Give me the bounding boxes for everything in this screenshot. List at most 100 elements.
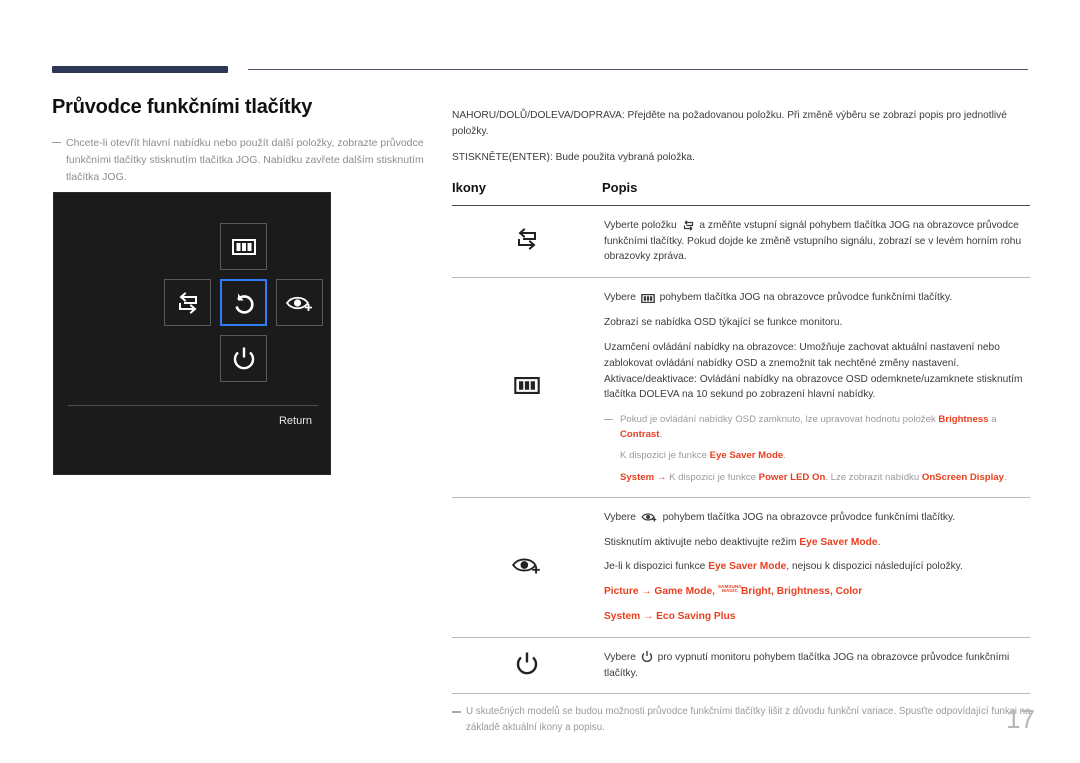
row-description: Vyberte položku a změňte vstupní signál … <box>602 205 1030 277</box>
icon-description-table: Ikony Popis Vyberte položku a změňte vst… <box>452 180 1030 695</box>
menu-icon <box>231 238 256 255</box>
row3-text-a: Vybere <box>604 511 636 523</box>
arrow-right-icon: → <box>656 471 667 483</box>
subnote3-key-onscreen-display: OnScreen Display <box>921 471 1004 483</box>
subnote2-b: . <box>783 450 786 462</box>
osd-key-cluster <box>54 203 332 388</box>
row-description: Vybere pohybem tlačítka JOG na obrazovce… <box>602 497 1030 637</box>
row2-text-b: pohybem tlačítka JOG na obrazovce průvod… <box>659 292 953 304</box>
row3-paragraph-1: Vybere pohybem tlačítka JOG na obrazovce… <box>604 510 1030 526</box>
osd-divider <box>68 405 318 406</box>
row3-paragraph-2: Stisknutím aktivujte nebo deaktivujte re… <box>604 535 1030 551</box>
row3-p3-a: Je-li k dispozici funkce <box>604 561 706 573</box>
path-key-game-mode: Game Mode <box>654 586 713 598</box>
menu-icon <box>640 294 655 304</box>
row3-key-eye-saver-mode-2: Eye Saver Mode <box>708 561 787 573</box>
row3-menu-path-1: Picture → Game Mode, SAMSUNG MAGIC Brigh… <box>604 584 1030 600</box>
table-row: Vybere pohybem tlačítka JOG na obrazovce… <box>452 497 1030 638</box>
row2-paragraph-1: Vybere pohybem tlačítka JOG na obrazovce… <box>604 290 1030 306</box>
magic-bottom: MAGIC <box>722 588 738 594</box>
osd-key-eye-saver[interactable] <box>276 279 323 326</box>
path-key-bright: Bright <box>741 586 772 598</box>
path-key-picture: Picture <box>604 586 639 598</box>
column-header-icons: Ikony <box>452 179 486 195</box>
row2-subnote-3: System → K dispozici je funkce Power LED… <box>604 470 1030 485</box>
subnote1-c: . <box>659 429 663 441</box>
power-icon <box>515 651 539 676</box>
row-icon-eye-saver <box>452 497 602 637</box>
subnote3-key-system: System <box>620 471 655 483</box>
osd-key-return[interactable] <box>220 279 267 326</box>
right-column: NAHORU/DOLŮ/DOLEVA/DOPRAVA: Přejděte na … <box>452 98 1031 736</box>
samsung-magic-logotype: SAMSUNG MAGIC <box>718 584 742 594</box>
row3-menu-path-2: System → Eco Saving Plus <box>604 609 1030 625</box>
subnote2-key-eye-saver-mode: Eye Saver Mode <box>709 450 784 462</box>
page-title: Průvodce funkčními tlačítky <box>52 96 313 118</box>
osd-return-label[interactable]: Return <box>279 415 312 427</box>
path-key-system: System <box>604 611 641 622</box>
table-header-row: Ikony Popis <box>452 180 1030 206</box>
subnote3-key-power-led-on: Power LED On <box>758 471 826 483</box>
power-icon <box>232 346 256 371</box>
arrow-right-icon: → <box>641 586 652 598</box>
path-sep-1: , <box>712 586 716 598</box>
document-page: Průvodce funkčními tlačítky Chcete-li ot… <box>0 0 1080 763</box>
osd-key-menu[interactable] <box>220 223 267 270</box>
return-arrow-icon <box>231 290 257 316</box>
row2-subnote-1: Pokud je ovládání nabídky OSD zamknuto, … <box>604 412 1030 442</box>
row-icon-source <box>452 205 602 277</box>
source-loop-icon <box>514 228 540 250</box>
subnote1-b: a <box>991 414 997 426</box>
path-sep-3: , <box>829 586 833 598</box>
row2-paragraph-2: Zobrazí se nabídka OSD týkající se funkc… <box>604 317 843 329</box>
intro-paragraph-2: STISKNĚTE(ENTER): Bude použita vybraná p… <box>452 152 695 163</box>
eye-saver-icon <box>511 554 543 576</box>
table-row: Vybere pohybem tlačítka JOG na obrazovce… <box>452 278 1030 498</box>
table-row: Vybere pro vypnutí monitoru pohybem tlač… <box>452 637 1030 694</box>
row2-text-a: Vybere <box>604 292 636 304</box>
row4-text-a: Vybere <box>604 651 636 663</box>
eye-saver-icon <box>285 293 315 313</box>
row4-paragraph: Vybere pro vypnutí monitoru pohybem tlač… <box>604 650 1030 682</box>
osd-screenshot: Return <box>53 192 331 475</box>
row3-text-b: pohybem tlačítka JOG na obrazovce průvod… <box>662 511 956 523</box>
osd-key-source[interactable] <box>164 279 211 326</box>
row2-subnote-2: K dispozici je funkce Eye Saver Mode. <box>604 448 1030 463</box>
intro-paragraph-1: NAHORU/DOLŮ/DOLEVA/DOPRAVA: Přejděte na … <box>452 110 1007 137</box>
source-loop-icon <box>682 220 695 231</box>
arrow-right-icon: → <box>643 611 654 622</box>
subnote1-key-contrast: Contrast <box>620 429 660 441</box>
row2-paragraph-3: Uzamčení ovládání nabídky na obrazovce: … <box>604 341 1023 401</box>
table-footnote: U skutečných modelů se budou možnosti pr… <box>452 704 1044 735</box>
row-icon-menu <box>452 278 602 498</box>
subnote1-key-brightness: Brightness <box>938 414 989 426</box>
path-key-brightness: Brightness <box>776 586 830 598</box>
osd-key-power[interactable] <box>220 335 267 382</box>
path-sep-2: , <box>771 586 774 598</box>
page-number: 17 <box>1006 704 1035 734</box>
page-header-rule <box>52 66 1028 76</box>
row3-p2-a: Stisknutím aktivujte nebo deaktivujte re… <box>604 536 797 548</box>
header-accent-bar <box>52 66 228 73</box>
row1-paragraph: Vyberte položku a změňte vstupní signál … <box>604 218 1030 265</box>
path-key-color: Color <box>835 586 863 598</box>
row-description: Vybere pohybem tlačítka JOG na obrazovce… <box>602 278 1030 498</box>
row1-text-a: Vyberte položku <box>604 219 677 231</box>
row3-paragraph-3: Je-li k dispozici funkce Eye Saver Mode,… <box>604 559 1030 575</box>
row4-text-b: pro vypnutí monitoru pohybem tlačítka JO… <box>604 651 1010 679</box>
subnote1-a: Pokud je ovládání nabídky OSD zamknuto, … <box>620 414 936 426</box>
subnote3-b: . Lze zobrazit nabídku <box>825 471 920 483</box>
subnote2-a: K dispozici je funkce <box>620 450 707 462</box>
source-loop-icon <box>175 291 201 314</box>
row-icon-power <box>452 637 602 694</box>
row3-key-eye-saver-mode: Eye Saver Mode <box>799 536 878 548</box>
path-key-eco-saving-plus: Eco Saving Plus <box>656 611 736 622</box>
column-header-description: Popis <box>602 179 638 195</box>
power-icon <box>641 650 653 663</box>
menu-icon <box>514 376 540 394</box>
subnote3-c: . <box>1003 471 1007 483</box>
intro-note: Chcete-li otevřít hlavní nabídku nebo po… <box>52 135 432 186</box>
eye-saver-icon <box>641 511 658 523</box>
row-description: Vybere pro vypnutí monitoru pohybem tlač… <box>602 637 1030 694</box>
subnote3-a: K dispozici je funkce <box>669 471 756 483</box>
